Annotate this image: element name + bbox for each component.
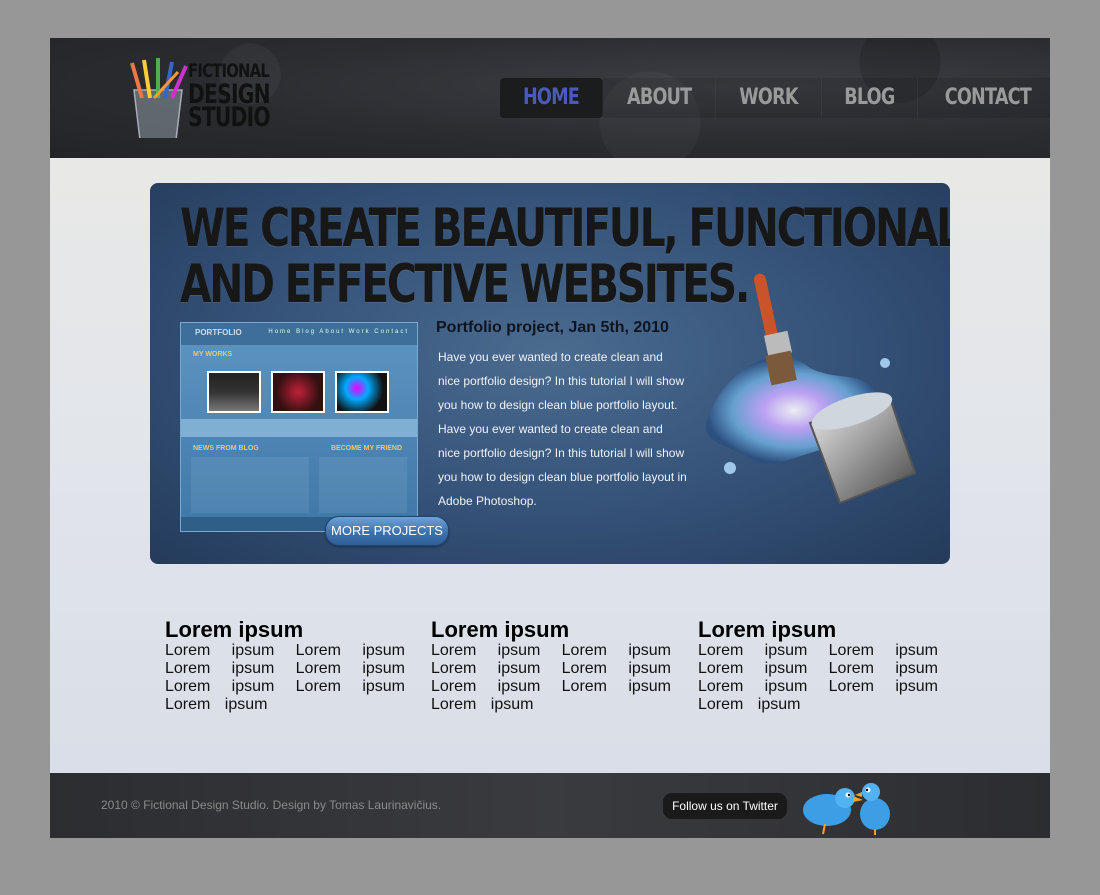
nav-contact[interactable]: Contact: [918, 78, 1050, 118]
logo-wordmark[interactable]: Fictional Design Studio: [188, 60, 297, 133]
header: Fictional Design Studio Home About Work …: [50, 38, 1050, 158]
info-column-2: Lorem ipsum Lorem ipsum Lorem ipsum Lore…: [431, 618, 671, 714]
more-projects-button[interactable]: MORE PROJECTS: [325, 516, 449, 546]
column-2-title: Lorem ipsum: [431, 617, 570, 642]
thumb-band: [181, 419, 417, 437]
nav-about-label: About: [627, 85, 692, 110]
nav-work[interactable]: Work: [716, 78, 823, 118]
hero-headline-line-2: and effective websites.: [180, 254, 750, 315]
project-description: Have you ever wanted to create clean and…: [438, 350, 687, 508]
thumb-nav: Home Blog About Work Contact: [268, 329, 409, 335]
thumb-shot-2: [271, 371, 325, 413]
column-3-body: Lorem ipsum Lorem ipsum Lorem ipsum Lore…: [698, 642, 938, 713]
column-3-title: Lorem ipsum: [698, 617, 837, 642]
logo-line-3: Studio: [188, 102, 271, 133]
nav-home[interactable]: Home: [500, 78, 604, 118]
main-nav: Home About Work Blog Contact: [500, 78, 1050, 118]
footer: 2010 © Fictional Design Studio. Design b…: [50, 773, 1050, 838]
hero-headline-line-1: We create beautiful, functional: [180, 198, 950, 259]
project-title[interactable]: Portfolio project, Jan 5th, 2010: [436, 319, 669, 337]
nav-blog-label: Blog: [844, 85, 896, 110]
info-column-1: Lorem ipsum Lorem ipsum Lorem ipsum Lore…: [165, 618, 405, 714]
nav-contact-label: Contact: [944, 85, 1032, 110]
thumb-header: PORTFOLIO Home Blog About Work Contact: [181, 323, 417, 345]
footer-copyright: 2010 © Fictional Design Studio. Design b…: [101, 798, 442, 812]
thumb-title: PORTFOLIO: [195, 328, 242, 337]
hero-banner: We create beautiful, functional and effe…: [150, 183, 950, 564]
paintbrush-bucket-icon: [705, 273, 917, 505]
thumb-section-works: MY WORKS: [193, 351, 233, 358]
portfolio-thumbnail[interactable]: PORTFOLIO Home Blog About Work Contact M…: [180, 322, 418, 532]
thumb-friend-column: [319, 457, 407, 513]
nav-blog[interactable]: Blog: [822, 78, 919, 118]
hero-headline: We create beautiful, functional and effe…: [180, 198, 950, 315]
thumb-shot-3: [335, 371, 389, 413]
twitter-birds-icon[interactable]: [795, 778, 900, 836]
info-column-3: Lorem ipsum Lorem ipsum Lorem ipsum Lore…: [698, 618, 938, 714]
nav-about[interactable]: About: [603, 78, 717, 118]
thumb-section-blog: NEWS FROM BLOG: [193, 445, 259, 452]
follow-twitter-button[interactable]: Follow us on Twitter: [663, 793, 787, 819]
thumb-blog-column: [191, 457, 309, 513]
column-2-body: Lorem ipsum Lorem ipsum Lorem ipsum Lore…: [431, 642, 671, 713]
column-1-title: Lorem ipsum: [165, 617, 304, 642]
thumb-section-friend: BECOME MY FRIEND: [331, 445, 403, 452]
nav-home-label: Home: [523, 85, 580, 110]
nav-work-label: Work: [739, 85, 799, 110]
thumb-shot-1: [207, 371, 261, 413]
page-container: Fictional Design Studio Home About Work …: [50, 38, 1050, 838]
column-1-body: Lorem ipsum Lorem ipsum Lorem ipsum Lore…: [165, 642, 405, 713]
